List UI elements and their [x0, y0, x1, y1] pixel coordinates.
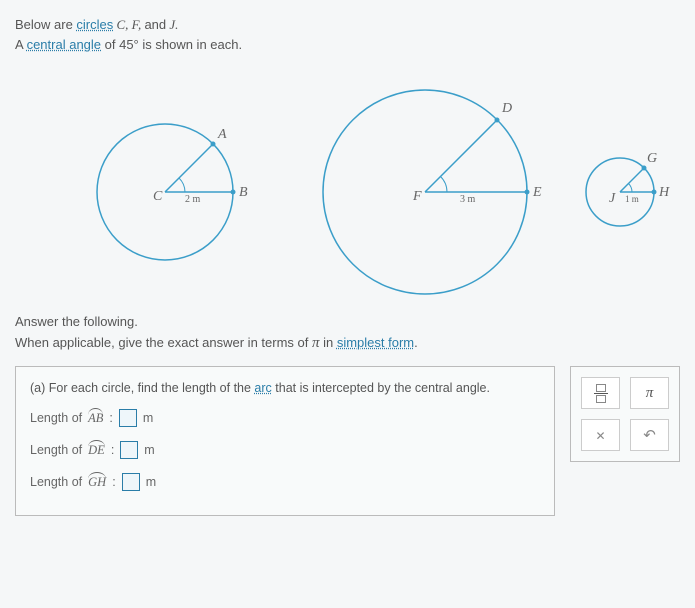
unit-GH: m [146, 475, 156, 489]
term-arc[interactable]: arc [254, 381, 271, 395]
pi-button[interactable]: π [630, 377, 669, 409]
intro-text-2: A [15, 37, 27, 52]
answer-intro-l2b: in [320, 335, 337, 350]
label-F: F [412, 189, 422, 204]
input-DE[interactable] [120, 441, 138, 459]
input-line-AB: Length of AB : m [30, 409, 540, 427]
input-line-GH: Length of GH : m [30, 473, 540, 491]
unit-AB: m [143, 411, 153, 425]
arc-AB-label: AB [88, 411, 103, 426]
term-circles[interactable]: circles [76, 17, 113, 32]
label-G: G [647, 151, 657, 166]
fraction-icon [596, 384, 606, 392]
pi-symbol: π [312, 335, 320, 351]
answer-intro-l1: Answer the following. [15, 312, 680, 332]
label-B: B [239, 185, 248, 200]
diagrams: C A B 2 m F D E 3 m J G H 1 m [15, 62, 680, 302]
x-icon [595, 427, 605, 444]
input-GH[interactable] [122, 473, 140, 491]
label-J: J [609, 191, 616, 206]
intro-varJ: J. [166, 17, 178, 32]
intro-text-1: Below are [15, 17, 76, 32]
part-a-prompt: (a) For each circle, find the length of … [30, 381, 540, 395]
input-AB[interactable] [119, 409, 137, 427]
intro-and: and [144, 17, 166, 32]
label-A: A [217, 127, 227, 142]
label-3m: 3 m [460, 194, 476, 205]
arc-GH-label: GH [88, 475, 106, 490]
unit-DE: m [144, 443, 154, 457]
undo-icon [643, 426, 656, 444]
fraction-button[interactable] [581, 377, 620, 409]
clear-button[interactable] [581, 419, 620, 451]
question-box-a: (a) For each circle, find the length of … [15, 366, 555, 516]
intro-text: Below are circles C, F, and J. A central… [15, 15, 680, 54]
label-E: E [532, 185, 542, 200]
undo-button[interactable] [630, 419, 669, 451]
answer-intro-l2a: When applicable, give the exact answer i… [15, 335, 312, 350]
term-simplest-form[interactable]: simplest form [337, 335, 414, 350]
answer-intro: Answer the following. When applicable, g… [15, 312, 680, 354]
label-2m: 2 m [185, 194, 201, 205]
label-D: D [501, 101, 512, 116]
label-C: C [153, 189, 163, 204]
intro-text-2b: of 45° is shown in each. [101, 37, 242, 52]
input-line-DE: Length of DE : m [30, 441, 540, 459]
label-1m: 1 m [625, 194, 639, 204]
toolbox: π [570, 366, 680, 462]
term-central-angle[interactable]: central angle [27, 37, 101, 52]
intro-vars: C, F, [113, 17, 144, 32]
arc-DE-label: DE [88, 443, 105, 458]
label-H: H [658, 185, 670, 200]
answer-intro-l2c: . [414, 335, 418, 350]
